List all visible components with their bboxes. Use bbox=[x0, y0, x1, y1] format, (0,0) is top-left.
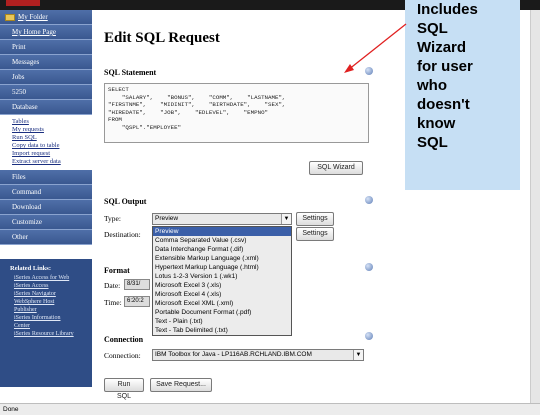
sidebar-item-jobs[interactable]: Jobs bbox=[0, 70, 92, 85]
sidebar-item-download[interactable]: Download bbox=[0, 200, 92, 215]
submenu-link-import-request[interactable]: Import request bbox=[12, 150, 92, 158]
dropdown-option[interactable]: Microsoft Excel 4 (.xls) bbox=[153, 290, 291, 299]
sidebar-item-my-home-page[interactable]: My Home Page bbox=[0, 25, 92, 40]
help-icon[interactable] bbox=[365, 332, 373, 340]
sql-wizard-button[interactable]: SQL Wizard bbox=[309, 161, 363, 175]
connection-select[interactable]: IBM Toolbox for Java - LP116AB.RCHLAND.I… bbox=[152, 349, 364, 361]
destination-settings-button[interactable]: Settings bbox=[296, 227, 334, 241]
dropdown-option[interactable]: Comma Separated Value (.csv) bbox=[153, 236, 291, 245]
sql-output-heading: SQL Output bbox=[104, 197, 147, 206]
dropdown-option[interactable]: Microsoft Excel 3 (.xls) bbox=[153, 281, 291, 290]
type-label: Type: bbox=[104, 214, 121, 223]
help-icon[interactable] bbox=[365, 263, 373, 271]
callout-line: for user bbox=[417, 58, 473, 75]
related-link[interactable]: iSeries Information bbox=[10, 314, 92, 322]
sidebar-item-files[interactable]: Files bbox=[0, 170, 92, 185]
time-label: Time: bbox=[104, 298, 122, 307]
dropdown-option[interactable]: Microsoft Excel XML (.xml) bbox=[153, 299, 291, 308]
sidebar-spacer bbox=[0, 245, 92, 259]
dropdown-option[interactable]: Text - Tab Delimited (.txt) bbox=[153, 326, 291, 335]
destination-label: Destination: bbox=[104, 230, 141, 239]
annotation-callout: Includes SQL Wizard for user who doesn't… bbox=[405, 0, 520, 190]
vertical-scrollbar[interactable] bbox=[530, 10, 540, 403]
time-field[interactable]: 6:20:2 bbox=[124, 296, 150, 307]
sidebar-item-database[interactable]: Database bbox=[0, 100, 92, 115]
sql-statement-textarea[interactable]: SELECT "SALARY", "BONUS", "COMM", "LASTN… bbox=[104, 83, 369, 143]
dropdown-option[interactable]: Lotus 1-2-3 Version 1 (.wk1) bbox=[153, 272, 291, 281]
dropdown-option[interactable]: Preview bbox=[153, 227, 291, 236]
annotation-arrow bbox=[344, 23, 407, 73]
dropdown-option[interactable]: Hypertext Markup Language (.html) bbox=[153, 263, 291, 272]
callout-line: know bbox=[417, 115, 456, 132]
sidebar: My Folder My Home Page Print Messages Jo… bbox=[0, 10, 92, 403]
chevron-down-icon[interactable]: ▼ bbox=[353, 350, 363, 360]
dropdown-option[interactable]: Extensible Markup Language (.xml) bbox=[153, 254, 291, 263]
type-dropdown-list[interactable]: Preview Comma Separated Value (.csv) Dat… bbox=[152, 226, 292, 336]
format-heading: Format bbox=[104, 266, 130, 275]
save-request-button[interactable]: Save Request... bbox=[150, 378, 212, 392]
type-select[interactable]: Preview ▼ bbox=[152, 213, 292, 225]
connection-heading: Connection bbox=[104, 335, 144, 344]
help-icon[interactable] bbox=[365, 196, 373, 204]
callout-line: SQL bbox=[417, 20, 448, 37]
callout-line: who bbox=[417, 77, 447, 94]
related-link[interactable]: Publisher bbox=[10, 306, 92, 314]
run-sql-button[interactable]: Run SQL bbox=[104, 378, 144, 400]
connection-label: Connection: bbox=[104, 351, 141, 360]
type-select-value: Preview bbox=[155, 215, 179, 222]
connection-select-value: IBM Toolbox for Java - LP116AB.RCHLAND.I… bbox=[155, 351, 312, 358]
date-field[interactable]: 8/31/ bbox=[124, 279, 150, 290]
sidebar-item-other[interactable]: Other bbox=[0, 230, 92, 245]
sidebar-item-messages[interactable]: Messages bbox=[0, 55, 92, 70]
sidebar-item-label: My Folder bbox=[18, 13, 48, 21]
related-links-heading: Related Links: bbox=[10, 265, 51, 272]
page-title: Edit SQL Request bbox=[104, 30, 220, 46]
type-settings-button[interactable]: Settings bbox=[296, 212, 334, 226]
sidebar-item-customize[interactable]: Customize bbox=[0, 215, 92, 230]
sql-statement-heading: SQL Statement bbox=[104, 68, 157, 77]
related-link[interactable]: iSeries Access for Web bbox=[10, 274, 92, 282]
related-link[interactable]: Center bbox=[10, 322, 92, 330]
submenu-link-copy-data[interactable]: Copy data to table bbox=[12, 142, 92, 150]
related-links-panel: Related Links: iSeries Access for Web iS… bbox=[0, 259, 92, 387]
date-label: Date: bbox=[104, 281, 121, 290]
database-submenu: Tables My requests Run SQL Copy data to … bbox=[0, 115, 92, 170]
status-bar: Done bbox=[0, 403, 540, 415]
dropdown-option[interactable]: Data Interchange Format (.dif) bbox=[153, 245, 291, 254]
submenu-link-my-requests[interactable]: My requests bbox=[12, 126, 92, 134]
dropdown-option[interactable]: Text - Plain (.txt) bbox=[153, 317, 291, 326]
dropdown-option[interactable]: Portable Document Format (.pdf) bbox=[153, 308, 291, 317]
related-link[interactable]: WebSphere Host bbox=[10, 298, 92, 306]
chevron-down-icon[interactable]: ▼ bbox=[281, 214, 291, 224]
related-link[interactable]: iSeries Resource Library bbox=[10, 330, 92, 338]
sidebar-item-command[interactable]: Command bbox=[0, 185, 92, 200]
callout-line: Includes bbox=[417, 1, 478, 18]
submenu-link-extract-server-data[interactable]: Extract server data bbox=[12, 158, 92, 166]
callout-line: doesn't bbox=[417, 96, 470, 113]
callout-line: SQL bbox=[417, 134, 448, 151]
callout-line: Wizard bbox=[417, 39, 467, 56]
sidebar-item-print[interactable]: Print bbox=[0, 40, 92, 55]
sidebar-item-5250[interactable]: 5250 bbox=[0, 85, 92, 100]
sidebar-item-my-folder[interactable]: My Folder bbox=[0, 10, 92, 25]
submenu-link-run-sql[interactable]: Run SQL bbox=[12, 134, 92, 142]
related-link[interactable]: iSeries Navigator bbox=[10, 290, 92, 298]
submenu-link-tables[interactable]: Tables bbox=[12, 118, 92, 126]
related-link[interactable]: iSeries Access bbox=[10, 282, 92, 290]
top-bar-accent bbox=[6, 0, 40, 6]
folder-icon bbox=[5, 14, 15, 21]
